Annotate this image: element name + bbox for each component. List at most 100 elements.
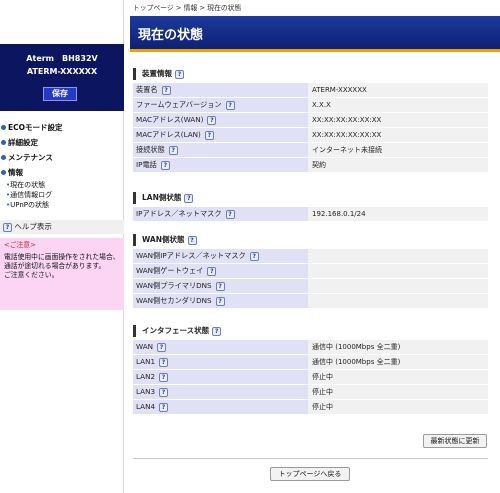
row-label: MACアドレス(LAN)? <box>133 128 308 142</box>
table-row: ファームウェアバージョン? X.X.X <box>133 98 488 112</box>
row-value: ATERM-XXXXXX <box>308 83 488 97</box>
row-value: 192.168.0.1/24 <box>308 207 488 221</box>
help-icon[interactable]: ? <box>157 342 167 352</box>
help-icon[interactable]: ? <box>159 372 169 382</box>
sidebar-subitem-label: 現在の状態 <box>10 181 46 189</box>
row-value <box>308 294 488 308</box>
table-row: IP電話? 契約 <box>133 158 488 172</box>
row-label-text: WAN <box>136 342 154 351</box>
row-label: WAN側プライマリDNS? <box>133 279 308 293</box>
page-title: 現在の状態 <box>138 28 204 43</box>
notice-title: <ご注意> <box>4 241 36 249</box>
help-icon[interactable]: ? <box>159 402 169 412</box>
bullet-icon <box>1 170 6 175</box>
router-info-box: Aterm BH832V ATERM-XXXXXX 保存 <box>0 44 124 111</box>
row-label: IP電話? <box>133 158 308 172</box>
row-value: 停止中 <box>308 370 488 384</box>
table-row: WAN側ゲートウェイ? <box>133 264 488 278</box>
help-icon[interactable]: ? <box>215 296 225 306</box>
refresh-status-button[interactable]: 最新状態に更新 <box>423 434 487 448</box>
row-value <box>308 264 488 278</box>
help-icon[interactable]: ? <box>225 209 235 219</box>
sidebar-subitem-current-status[interactable]: •現在の状態 <box>0 180 124 190</box>
help-icon[interactable]: ? <box>161 85 171 95</box>
sidebar-subitem-label: 通信情報ログ <box>10 191 53 199</box>
row-label-text: MACアドレス(WAN) <box>136 115 204 124</box>
row-label-text: WAN側プライマリDNS <box>136 281 212 290</box>
row-label: LAN2? <box>133 370 308 384</box>
row-label-text: WAN側ゲートウェイ <box>136 266 204 275</box>
divider <box>133 458 488 459</box>
table-row: WAN側IPアドレス／ネットマスク? <box>133 249 488 263</box>
row-value: 停止中 <box>308 385 488 399</box>
table-row: LAN3? 停止中 <box>133 385 488 399</box>
help-icon[interactable]: ? <box>204 130 214 140</box>
row-label: WAN側IPアドレス／ネットマスク? <box>133 249 308 263</box>
row-value: 通信中 (1000Mbps 全二重) <box>308 355 488 369</box>
interface-status-section: インタフェース状態? WAN? 通信中 (1000Mbps 全二重) LAN1? 通… <box>133 325 488 415</box>
row-label-text: 接続状態 <box>136 145 165 154</box>
row-label-text: MACアドレス(LAN) <box>136 130 201 139</box>
wan-status-section: WAN側状態? WAN側IPアドレス／ネットマスク? WAN側ゲートウェイ? W… <box>133 234 488 309</box>
help-icon[interactable]: ? <box>159 357 169 367</box>
section-header: WAN側状態? <box>133 234 488 246</box>
row-label-text: IP電話 <box>136 160 157 169</box>
sidebar-item-detail-settings[interactable]: 詳細設定 <box>0 135 124 150</box>
row-value: X.X.X <box>308 98 488 112</box>
row-label: WAN側ゲートウェイ? <box>133 264 308 278</box>
row-value <box>308 249 488 263</box>
sidebar-subitem-comm-log[interactable]: •通信情報ログ <box>0 190 124 200</box>
help-icon[interactable]: ? <box>175 69 184 79</box>
row-label: WAN側セカンダリDNS? <box>133 294 308 308</box>
sidebar-item-label: メンテナンス <box>8 153 53 162</box>
help-icon[interactable]: ? <box>249 251 259 261</box>
help-toggle[interactable]: ? ヘルプ表示 <box>0 220 124 234</box>
help-icon[interactable]: ? <box>184 193 194 203</box>
row-value: XX:XX:XX:XX:XX:XX <box>308 128 488 142</box>
table-row: 接続状態? インターネット未接続 <box>133 143 488 157</box>
help-label: ヘルプ表示 <box>14 222 52 231</box>
row-label-text: WAN側IPアドレス／ネットマスク <box>136 251 246 260</box>
help-icon: ? <box>3 222 12 232</box>
row-value <box>308 279 488 293</box>
help-icon[interactable]: ? <box>160 160 170 170</box>
help-icon[interactable]: ? <box>207 266 217 276</box>
table-row: LAN4? 停止中 <box>133 400 488 414</box>
sidebar-item-label: ECOモード設定 <box>8 123 63 132</box>
section-header: LAN側状態? <box>133 192 488 204</box>
help-icon[interactable]: ? <box>212 326 222 336</box>
section-title: WAN側状態 <box>142 235 185 244</box>
bullet-icon <box>1 155 6 160</box>
table-row: WAN? 通信中 (1000Mbps 全二重) <box>133 340 488 354</box>
sidebar-item-eco[interactable]: ECOモード設定 <box>0 120 124 135</box>
table-row: MACアドレス(LAN)? XX:XX:XX:XX:XX:XX <box>133 128 488 142</box>
row-label-text: LAN3 <box>136 387 156 396</box>
row-label-text: IPアドレス／ネットマスク <box>136 209 222 218</box>
breadcrumb[interactable]: トップページ > 情報 > 現在の状態 <box>133 2 241 12</box>
help-icon[interactable]: ? <box>215 281 225 291</box>
sidebar-subitem-label: UPnPの状態 <box>10 201 50 209</box>
bullet-icon <box>1 140 6 145</box>
sidebar-item-info[interactable]: 情報 <box>0 165 124 180</box>
row-label: LAN1? <box>133 355 308 369</box>
help-icon[interactable]: ? <box>187 235 197 245</box>
help-icon[interactable]: ? <box>159 387 169 397</box>
sidebar-item-maintenance[interactable]: メンテナンス <box>0 150 124 165</box>
notice-box: <ご注意> 電話使用中に画面操作をされた場合、通話が途切れる場合があります。 ご… <box>0 238 124 310</box>
lan-status-section: LAN側状態? IPアドレス／ネットマスク? 192.168.0.1/24 <box>133 192 488 222</box>
row-label-text: LAN1 <box>136 357 156 366</box>
router-device-name: ATERM-XXXXXX <box>26 67 98 76</box>
notice-text: 電話使用中に画面操作をされた場合、通話が途切れる場合があります。 <box>4 253 120 270</box>
device-info-section: 装置情報? 装置名? ATERM-XXXXXX ファームウェアバージョン? X.X.… <box>133 68 488 173</box>
help-icon[interactable]: ? <box>225 100 235 110</box>
help-icon[interactable]: ? <box>168 145 178 155</box>
save-button[interactable]: 保存 <box>43 87 77 101</box>
help-icon[interactable]: ? <box>207 115 217 125</box>
sidebar-item-label: 詳細設定 <box>8 138 38 147</box>
sidebar-subitem-upnp[interactable]: •UPnPの状態 <box>0 200 124 210</box>
section-header: 装置情報? <box>133 68 488 80</box>
sidebar: Aterm BH832V ATERM-XXXXXX 保存 ECOモード設定 詳細… <box>0 0 124 493</box>
back-to-top-button[interactable]: トップページへ戻る <box>270 467 350 481</box>
row-label: WAN? <box>133 340 308 354</box>
row-label: IPアドレス／ネットマスク? <box>133 207 308 221</box>
